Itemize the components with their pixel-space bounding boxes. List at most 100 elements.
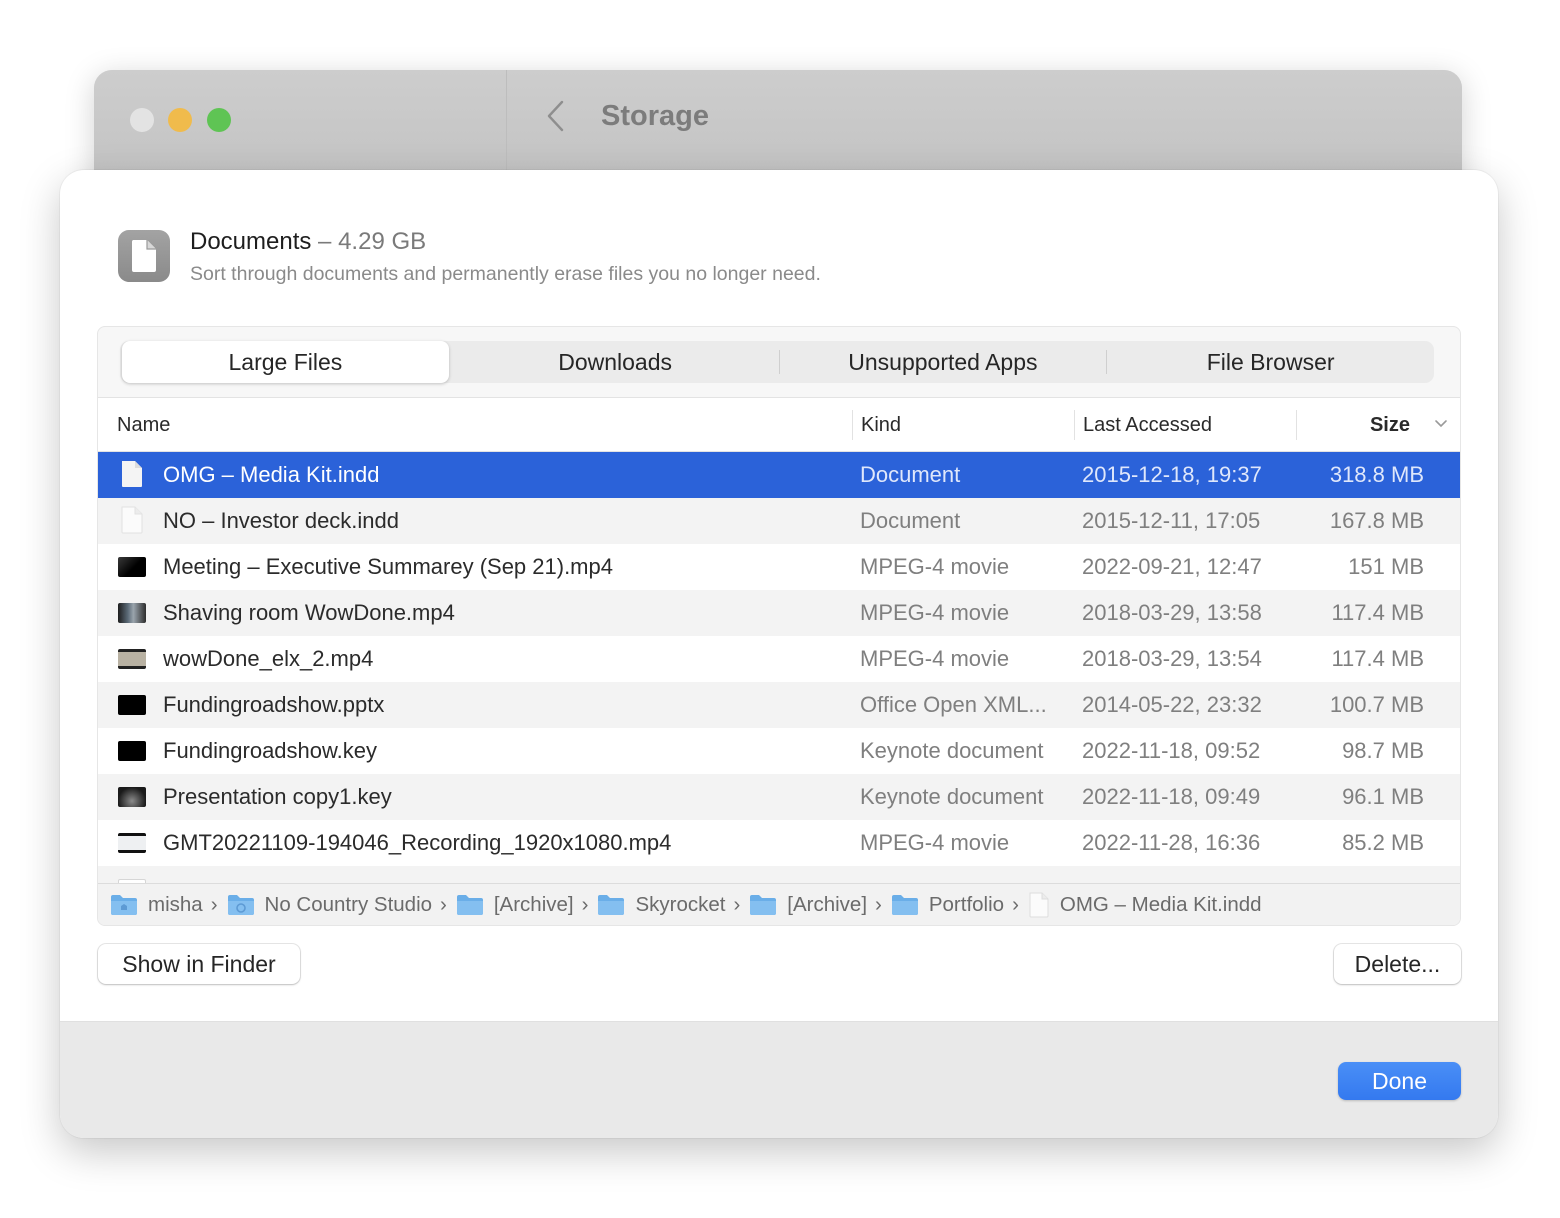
file-name: Fundingroadshow.pptx [163, 692, 385, 717]
file-name: wowDone_elx_2.mp4 [163, 646, 374, 671]
sort-descending-chevron-icon [1435, 420, 1447, 428]
file-kind: MPEG-4 movie [860, 554, 1010, 579]
file-last-accessed: 2022-11-18, 09:49 [1082, 784, 1261, 809]
column-header-last-accessed[interactable]: Last Accessed [1074, 398, 1296, 452]
blank-document-icon [1029, 892, 1049, 917]
path-item-portfolio[interactable]: Portfolio [891, 893, 1004, 917]
file-size: 117.4 MB [1331, 646, 1424, 671]
file-last-accessed: 2022-11-28, 16:36 [1082, 830, 1261, 855]
video-thumbnail-icon [118, 831, 148, 855]
file-size: 151 MB [1348, 554, 1424, 579]
table-row[interactable]: Fundingroadshow.key Keynote document 202… [98, 728, 1460, 774]
file-kind: MPEG-4 movie [860, 830, 1010, 855]
file-name: Meeting – Executive Summarey (Sep 21).mp… [163, 554, 613, 579]
file-kind: MPEG-4 movie [860, 646, 1010, 671]
chevron-left-icon [547, 100, 564, 132]
file-kind: MPEG-4 movie [860, 600, 1010, 625]
video-thumbnail-icon [118, 647, 148, 671]
back-button[interactable] [544, 98, 566, 134]
video-thumbnail-icon [118, 601, 148, 625]
category-name: Documents [190, 228, 312, 255]
delete-button[interactable]: Delete... [1334, 944, 1461, 984]
file-last-accessed: 2014-05-22, 23:32 [1082, 692, 1262, 717]
file-size: 85.2 MB [1342, 830, 1424, 855]
file-name: Presentation copy1.key [163, 784, 392, 809]
column-header-name[interactable]: Name [117, 398, 170, 452]
blank-document-icon [118, 506, 148, 534]
category-separator: – [311, 228, 339, 255]
tab-large-files[interactable]: Large Files [122, 341, 449, 383]
file-kind: Keynote document [860, 738, 1044, 763]
column-header-size[interactable]: Size [1296, 398, 1460, 452]
folder-icon [598, 894, 625, 915]
presentation-thumbnail-icon [118, 693, 148, 717]
file-name: Shaving room WowDone.mp4 [163, 600, 455, 625]
path-item-label: No Country Studio [264, 892, 433, 916]
show-in-finder-button[interactable]: Show in Finder [98, 944, 300, 984]
file-last-accessed: 2018-03-29, 13:54 [1082, 646, 1262, 671]
table-row[interactable]: NO – Investor deck.indd Document 2015-12… [98, 498, 1460, 544]
file-last-accessed: 2018-03-29, 13:58 [1082, 600, 1262, 625]
file-size: 318.8 MB [1329, 462, 1424, 487]
path-item-skyrocket[interactable]: Skyrocket [597, 893, 725, 917]
table-row[interactable]: Meeting – Executive Summarey (Sep 21).mp… [98, 544, 1460, 590]
tab-file-browser[interactable]: File Browser [1107, 341, 1434, 383]
file-last-accessed: 2022-09-21, 12:47 [1082, 554, 1262, 579]
sheet-footer [60, 1021, 1498, 1138]
table-row[interactable]: OMG – Media Kit.indd Document 2015-12-18… [98, 452, 1460, 498]
table-body: OMG – Media Kit.indd Document 2015-12-18… [98, 452, 1460, 885]
window-titlebar [94, 70, 1462, 170]
category-title: Documents – 4.29 GB [190, 228, 426, 256]
file-kind: Office Open XML... [860, 692, 1047, 717]
table-row[interactable]: Fundingroadshow.pptx Office Open XML... … [98, 682, 1460, 728]
video-thumbnail-icon [118, 555, 148, 579]
file-size: 98.7 MB [1342, 738, 1424, 763]
path-item-no-country-studio[interactable]: No Country Studio [227, 892, 433, 917]
path-bar: misha › No Country Studio › [Archive] › … [98, 883, 1460, 925]
done-button[interactable]: Done [1338, 1062, 1461, 1100]
file-name: GMT20221109-194046_Recording_1920x1080.m… [163, 830, 672, 855]
column-header-last-accessed-label: Last Accessed [1083, 413, 1212, 436]
table-row[interactable]: Shaving room WowDone.mp4 MPEG-4 movie 20… [98, 590, 1460, 636]
path-separator: › [875, 892, 882, 916]
tab-downloads[interactable]: Downloads [452, 341, 779, 383]
file-name: Fundingroadshow.key [163, 738, 378, 763]
table-row[interactable]: wowDone_elx_2.mp4 MPEG-4 movie 2018-03-2… [98, 636, 1460, 682]
presentation-thumbnail-icon [118, 785, 148, 809]
column-header-kind[interactable]: Kind [852, 398, 1074, 452]
document-icon [118, 230, 170, 282]
column-header-kind-label: Kind [861, 413, 902, 436]
path-item-misha[interactable]: misha [110, 893, 203, 917]
file-name: NO – Investor deck.indd [163, 508, 400, 533]
minimize-window-button[interactable] [168, 108, 192, 132]
documents-sheet: Documents – 4.29 GB Sort through documen… [60, 170, 1498, 1138]
category-size: 4.29 GB [338, 228, 427, 255]
presentation-thumbnail-icon [118, 739, 148, 763]
path-item-archive[interactable]: [Archive] [456, 893, 574, 917]
folder-icon [456, 894, 483, 915]
close-window-button[interactable] [130, 108, 154, 132]
column-header-size-label: Size [1369, 413, 1410, 436]
file-last-accessed: 2015-12-11, 17:05 [1082, 508, 1261, 533]
path-item-label: [Archive] [787, 892, 868, 916]
path-item-label: OMG – Media Kit.indd [1059, 892, 1262, 916]
file-size: 96.1 MB [1342, 784, 1424, 809]
path-separator: › [733, 892, 741, 916]
path-item-archive-2[interactable]: [Archive] [749, 893, 867, 917]
window-title: Storage [601, 100, 709, 132]
file-name: OMG – Media Kit.indd [163, 462, 380, 487]
path-item-label: Skyrocket [635, 892, 726, 916]
zoom-window-button[interactable] [207, 108, 231, 132]
table-row[interactable]: GMT20221109-194046_Recording_1920x1080.m… [98, 820, 1460, 866]
path-item-file[interactable]: OMG – Media Kit.indd [1028, 892, 1262, 918]
files-table: Name Kind Last Accessed Size OMG – Media… [98, 397, 1460, 885]
home-folder-icon [111, 894, 137, 915]
sidebar-divider [506, 70, 507, 170]
path-item-label: misha [148, 892, 203, 916]
tab-unsupported-apps[interactable]: Unsupported Apps [780, 341, 1107, 383]
files-panel: Large Files Downloads Unsupported Apps F… [97, 326, 1461, 926]
path-item-label: Portfolio [928, 892, 1005, 916]
table-row[interactable]: Presentation copy1.key Keynote document … [98, 774, 1460, 820]
file-size: 167.8 MB [1329, 508, 1424, 533]
path-separator: › [581, 892, 589, 916]
